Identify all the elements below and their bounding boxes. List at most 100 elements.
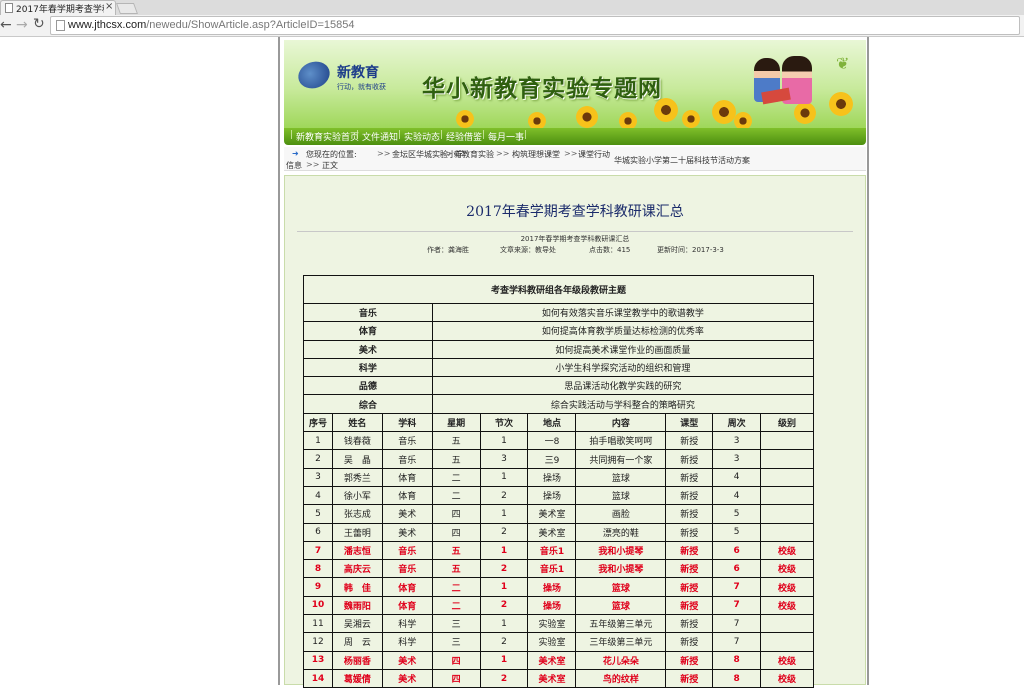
cell-no: 11 [303,614,333,634]
theme-row: 综合 综合实践活动与学科整合的策略研究 [303,394,815,414]
cell-no: 10 [303,595,333,616]
cell-day: 三 [431,632,481,652]
column-header: 地点 [527,412,577,433]
cell-type: 新授 [665,431,714,451]
cell-subject: 美术 [381,504,433,524]
cell-type: 新授 [665,522,714,542]
article-subtitle: 2017年春学期考查学科教研课汇总 [520,235,630,243]
cell-type: 新授 [665,577,714,597]
location-arrow-icon: ➜ [292,149,299,158]
cell-period: 2 [479,632,529,652]
cell-day: 三 [431,614,481,634]
breadcrumb-item[interactable]: 新教育实验 [454,149,494,160]
column-header: 课型 [665,412,714,433]
theme-row: 音乐 如何有效落实音乐课堂教学中的歌谱教学 [303,302,815,323]
cell-type: 新授 [665,595,714,616]
theme-text: 如何提高体育教学质量达标检测的优秀率 [431,321,815,341]
sunflower-icon [682,110,700,128]
cell-type: 新授 [665,467,714,487]
column-header: 周次 [712,412,762,433]
cell-subject: 音乐 [381,449,433,469]
cell-level [760,467,814,487]
cell-week: 7 [712,577,762,597]
browser-tab[interactable]: 2017年春学期考查学科教 × [0,0,116,15]
forward-arrow-icon[interactable]: → [16,17,28,33]
sunflower-icon [829,92,853,116]
cell-level: 校级 [760,595,814,616]
cell-period: 1 [479,614,529,634]
cell-week: 5 [712,522,762,542]
cell-period: 2 [479,559,529,579]
cell-content: 共同拥有一个家 [575,449,667,469]
table-row: 3 郭秀兰 体育二 1 操场 篮球 新授 4 [303,467,814,487]
theme-row: 美术 如何提高美术课堂作业的画面质量 [303,339,815,359]
cell-no: 8 [303,559,333,579]
cell-name: 王蕾明 [331,522,383,542]
breadcrumb-item[interactable]: 构筑理想课堂 [512,149,560,160]
cell-week: 4 [712,467,762,487]
nav-item-experience[interactable]: 经验借鉴 [446,130,482,143]
cell-week: 7 [712,595,762,616]
title-divider [297,231,853,232]
back-arrow-icon[interactable]: ← [0,17,12,33]
cell-name: 魏雨阳 [331,595,383,616]
cell-place: 美术室 [527,504,577,524]
cell-name: 高庆云 [331,559,383,579]
table-row: 9韩 佳体育二 1 操场 篮球 新授 7 校级 [303,577,814,597]
cell-content: 画脸 [575,504,667,524]
cell-place: 操场 [527,467,577,487]
address-bar[interactable]: www.jthcsx.com/newedu/ShowArticle.asp?Ar… [50,16,1020,35]
breadcrumb: ➜ 您现在的位置: >> 金坛区华城实验小学 >> 新教育实验 >> 构筑理想课… [284,147,866,171]
cell-subject: 美术 [381,522,433,542]
cell-name: 周 云 [331,632,383,652]
cell-subject: 科学 [381,614,433,634]
cell-content: 我和小提琴 [575,540,667,561]
nav-item-notices[interactable]: 文件通知 [362,130,398,143]
cell-type: 新授 [665,650,714,670]
table-heading-row: 考查学科教研组各年级段教研主题 [303,275,814,304]
breadcrumb-item[interactable]: 信息 [286,160,302,171]
page-icon [5,3,13,13]
site-title: 华小新教育实验专题网 [422,75,662,102]
url-path: /newedu/ShowArticle.asp?ArticleID=15854 [146,19,355,31]
reload-icon[interactable]: ↻ [33,16,45,32]
table-row: 6 王蕾明 美术四 2 美术室 漂亮的鞋 新授 5 [303,522,814,542]
cell-period: 1 [479,577,529,597]
cell-day: 五 [431,431,481,451]
breadcrumb-item[interactable]: 华城实验小学第二十届科技节活动方案 [614,155,750,166]
cell-type: 新授 [665,485,714,506]
cell-content: 篮球 [575,485,667,506]
cell-week: 7 [712,632,762,652]
close-icon[interactable]: × [105,1,113,12]
cell-level: 校级 [760,540,814,561]
cell-name: 韩 佳 [331,577,383,597]
main-nav: | 新教育实验首页 | 文件通知 | 实验动态 | 经验借鉴 | 每月一事 | [284,128,866,145]
cell-place: 一8 [527,431,577,451]
cell-no: 13 [303,650,333,670]
nav-item-monthly[interactable]: 每月一事 [488,130,524,143]
theme-subject: 美术 [303,339,433,359]
cell-place: 实验室 [527,614,577,634]
new-tab-button[interactable] [115,3,139,14]
page-frame: 新教育 行动，就有收获 华小新教育实验专题网 ❦ | 新教育实验首页 | 文件通… [278,37,869,688]
cell-place: 三9 [527,449,577,469]
cell-day: 二 [431,577,481,597]
table-row: 5 张志成 美术四 1 美术室 画脸 新授 5 [303,504,814,524]
table-row: 4 徐小军 体育二 2 操场 篮球 新授 4 [303,485,814,506]
table-row: 12 周 云科学三 2 实验室 三年级第三单元 新授 7 [303,632,814,652]
table-row: 8 高庆云 音乐五 2 音乐1 我和小提琴 新授 6 校级 [303,559,814,579]
cell-place: 操场 [527,595,577,616]
nav-item-home[interactable]: 新教育实验首页 [296,130,359,143]
sunflower-icon [456,110,474,128]
cell-day: 四 [431,650,481,670]
nav-item-news[interactable]: 实验动态 [404,130,440,143]
cell-subject: 科学 [381,632,433,652]
theme-subject: 综合 [303,394,433,414]
breadcrumb-prefix: 您现在的位置: [306,150,357,159]
cell-week: 5 [712,504,762,524]
logo-text: 新教育 [337,65,379,81]
cell-no: 1 [303,431,333,451]
cell-name: 钱春薇 [331,431,383,451]
breadcrumb-item[interactable]: 课堂行动 [578,149,610,160]
cell-no: 12 [303,632,333,652]
